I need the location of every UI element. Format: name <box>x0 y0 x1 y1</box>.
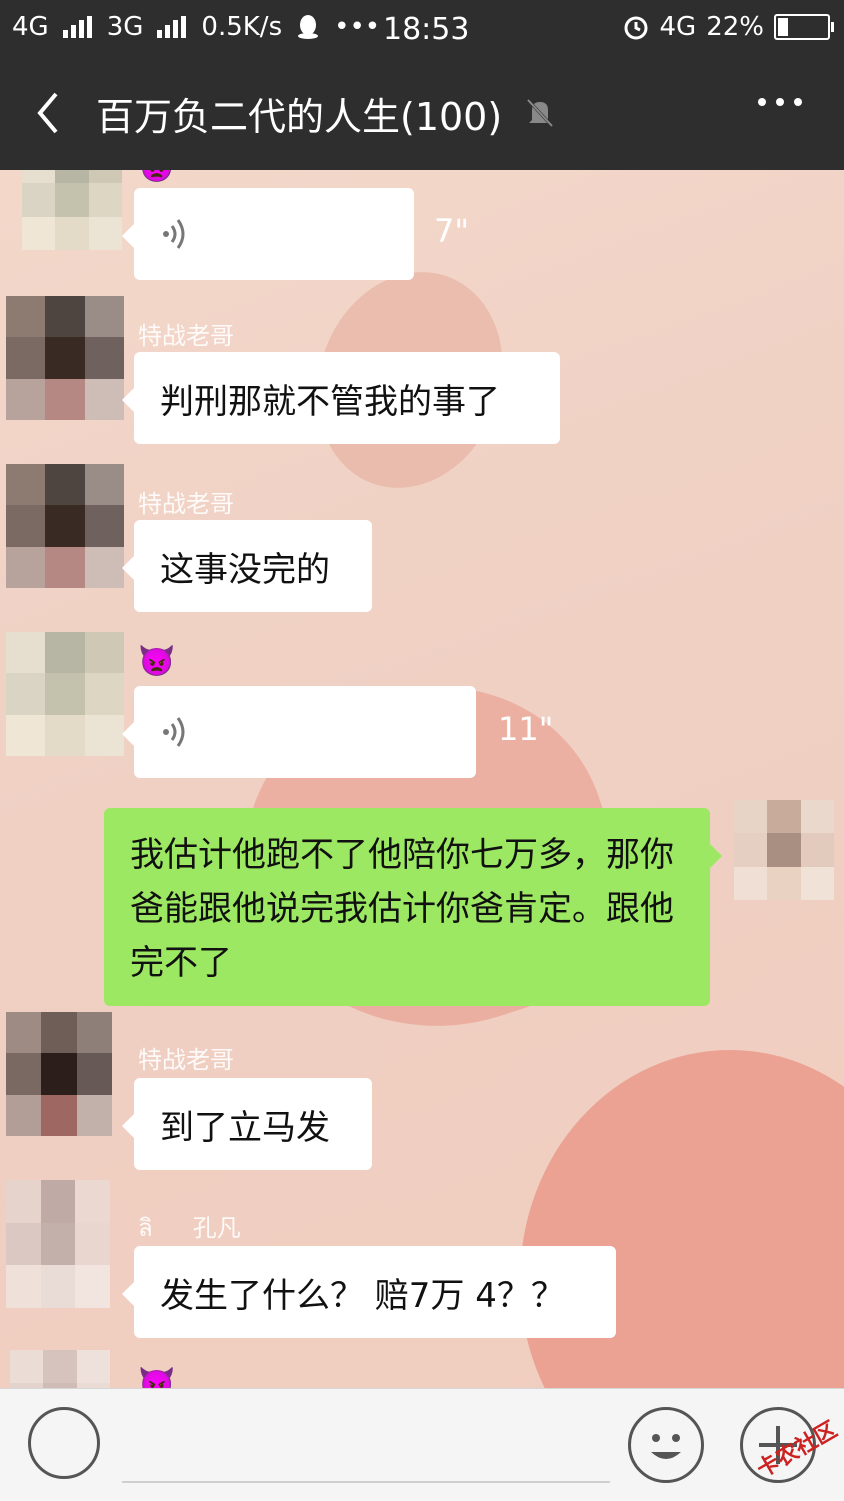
avatar[interactable] <box>22 170 122 250</box>
voice-message[interactable] <box>122 188 414 280</box>
chat-header: 百万负二代的人生(100) <box>0 58 844 170</box>
alarm-icon <box>624 16 647 40</box>
sender-name-row: ลิ 孔凡 <box>138 1208 241 1247</box>
back-arrow-icon[interactable] <box>30 88 70 138</box>
network-speed: 0.5K/s <box>201 12 283 42</box>
smiley-icon <box>651 1434 681 1459</box>
voice-input-button[interactable] <box>28 1407 100 1479</box>
network-4g-label: 4G <box>12 12 49 42</box>
more-options-button[interactable] <box>758 98 802 106</box>
sender-name: 特战老哥 <box>138 322 234 350</box>
signal-icon-2 <box>157 16 187 38</box>
emoji-button[interactable] <box>628 1407 704 1483</box>
message-bubble[interactable]: 这事没完的 <box>122 520 372 612</box>
message-text: 我估计他跑不了他陪你七万多，那你爸能跟他说完我估计你爸肯定。跟他完不了 <box>130 835 674 983</box>
chat-area[interactable]: 👿 7" 特战老哥 判刑那就不管我的事了 特战老哥 这事没完的 👿 11" 我估… <box>0 170 844 1388</box>
sender-emoji: 👿 <box>138 644 176 679</box>
avatar[interactable] <box>6 632 124 756</box>
message-text: 判刑那就不管我的事了 <box>160 381 500 422</box>
sender-emoji: 👿 <box>138 1366 176 1388</box>
sender-name: 特战老哥 <box>138 1046 234 1074</box>
avatar[interactable] <box>10 1350 110 1388</box>
sender-name: 特战老哥 <box>138 490 234 518</box>
qq-icon <box>298 15 319 39</box>
status-bar: 4G 3G 0.5K/s ••• 18:53 4G 22% <box>0 0 844 58</box>
text-input[interactable] <box>122 1481 610 1483</box>
avatar[interactable] <box>6 464 124 588</box>
mute-bell-icon <box>526 98 554 128</box>
message-text: 这事没完的 <box>160 549 330 590</box>
battery-percent: 22% <box>706 12 764 42</box>
my-message-bubble[interactable]: 我估计他跑不了他陪你七万多，那你爸能跟他说完我估计你爸肯定。跟他完不了 <box>104 808 722 1006</box>
input-bar <box>0 1388 844 1501</box>
chat-title: 百万负二代的人生(100) <box>96 95 503 139</box>
message-bubble[interactable]: 发生了什么？ 赔7万 4？？ <box>122 1246 616 1338</box>
battery-icon <box>774 14 834 40</box>
avatar[interactable] <box>6 1012 112 1136</box>
voice-wave-icon <box>163 717 185 747</box>
sender-emoji: 👿 <box>138 170 175 185</box>
voice-message[interactable] <box>122 686 476 778</box>
sender-name: 孔凡 <box>192 1214 241 1242</box>
message-bubble[interactable]: 判刑那就不管我的事了 <box>122 352 560 444</box>
message-text: 发生了什么？ 赔7万 4？？ <box>160 1275 565 1316</box>
voice-duration: 7" <box>434 212 470 250</box>
status-left: 4G 3G 0.5K/s ••• <box>12 12 380 42</box>
signal-icon <box>62 16 93 38</box>
more-notifications: ••• <box>334 12 381 42</box>
sender-prefix: ลิ <box>138 1214 153 1242</box>
message-text: 到了立马发 <box>160 1107 330 1148</box>
avatar[interactable] <box>6 1180 110 1308</box>
voice-wave-icon <box>163 219 185 249</box>
clock: 18:53 <box>383 12 470 47</box>
avatar[interactable] <box>6 296 124 420</box>
message-bubble[interactable]: 到了立马发 <box>122 1078 372 1170</box>
network-3g-label: 3G <box>106 12 144 42</box>
status-right: 4G 22% <box>622 12 834 42</box>
network-4g-label-2: 4G <box>659 12 697 42</box>
my-avatar[interactable] <box>734 800 834 900</box>
voice-duration: 11" <box>498 710 554 748</box>
